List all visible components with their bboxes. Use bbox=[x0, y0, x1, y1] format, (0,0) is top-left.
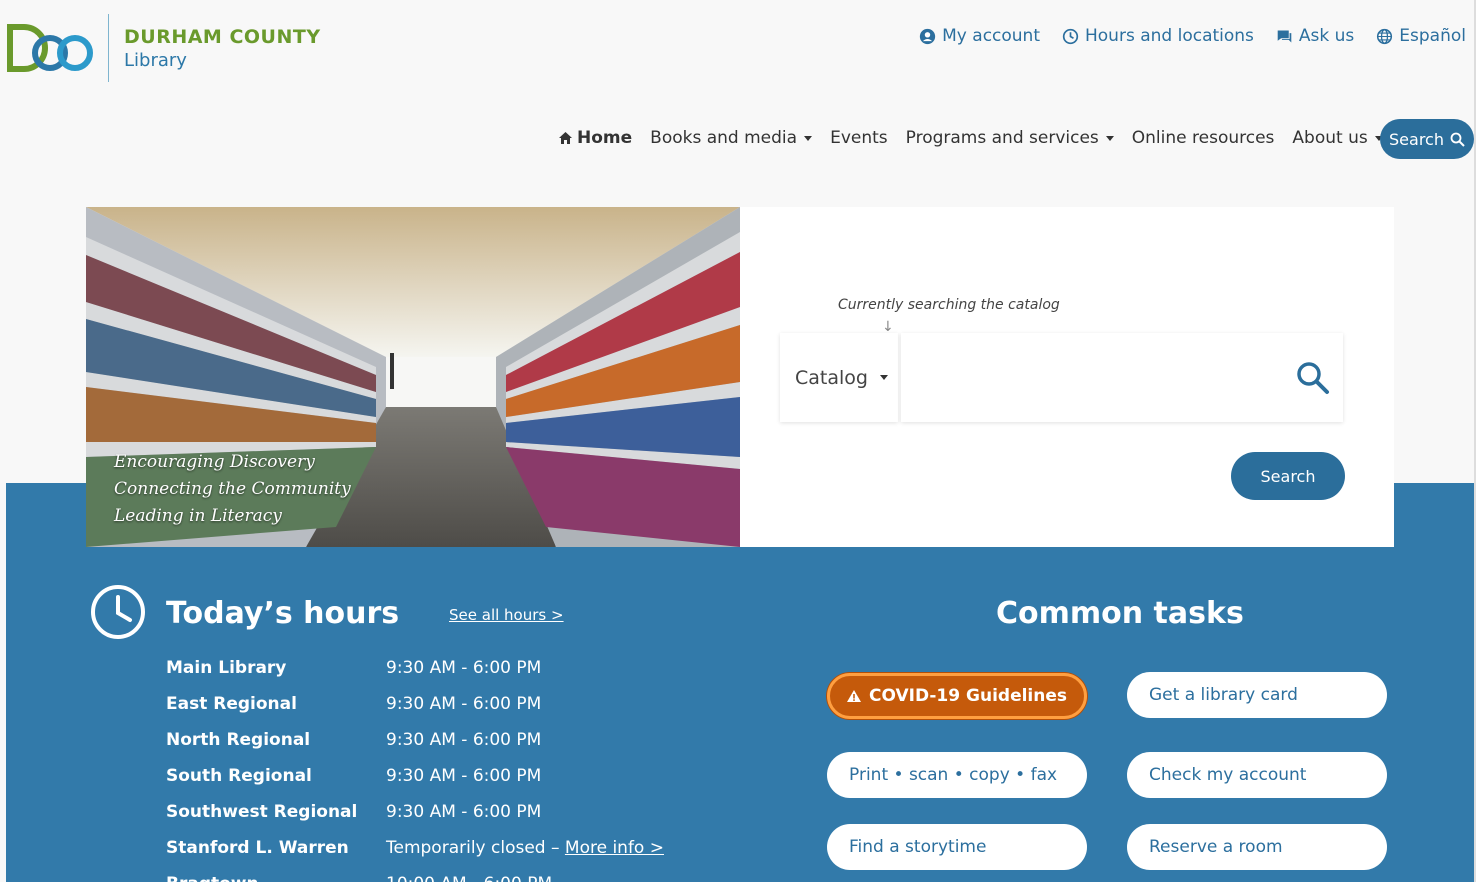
hours-row: East Regional 9:30 AM - 6:00 PM bbox=[166, 686, 664, 722]
nav-item-home[interactable]: Home bbox=[549, 128, 641, 148]
hours-row: Southwest Regional 9:30 AM - 6:00 PM bbox=[166, 794, 664, 830]
find-storytime-button[interactable]: Find a storytime bbox=[827, 824, 1087, 870]
closed-status: Temporarily closed – bbox=[386, 838, 565, 858]
ask-us-link[interactable]: Ask us bbox=[1276, 26, 1354, 46]
hours-row: Bragtown 10:00 AM - 6:00 PM bbox=[166, 866, 664, 882]
check-my-account-button[interactable]: Check my account bbox=[1127, 752, 1387, 798]
nav-home-label: Home bbox=[577, 128, 633, 148]
espanol-label: Español bbox=[1399, 26, 1466, 46]
nav-books-media-label: Books and media bbox=[650, 128, 798, 148]
reserve-room-button[interactable]: Reserve a room bbox=[1127, 824, 1387, 870]
catalog-search-panel: Currently searching the catalog ↓ Catalo… bbox=[740, 207, 1394, 547]
caret-down-icon bbox=[1105, 135, 1114, 141]
branch-name: Main Library bbox=[166, 658, 287, 678]
branch-hours: 9:30 AM - 6:00 PM bbox=[386, 658, 542, 678]
logo-wordmark: DURHAM COUNTY Library bbox=[124, 26, 321, 71]
hours-row: North Regional 9:30 AM - 6:00 PM bbox=[166, 722, 664, 758]
get-library-card-button[interactable]: Get a library card bbox=[1127, 672, 1387, 718]
nav-item-programs-services[interactable]: Programs and services bbox=[897, 128, 1123, 148]
nav-item-events[interactable]: Events bbox=[821, 128, 897, 148]
search-scope-select[interactable]: Catalog bbox=[780, 333, 898, 422]
hours-row: Main Library 9:30 AM - 6:00 PM bbox=[166, 650, 664, 686]
hours-locations-label: Hours and locations bbox=[1085, 26, 1254, 46]
more-info-link[interactable]: More info > bbox=[565, 838, 664, 858]
hours-locations-link[interactable]: Hours and locations bbox=[1062, 26, 1254, 46]
branch-name: Southwest Regional bbox=[166, 802, 358, 822]
home-icon bbox=[559, 132, 572, 144]
branch-name: South Regional bbox=[166, 766, 312, 786]
print-scan-label: Print • scan • copy • fax bbox=[849, 765, 1058, 785]
my-account-link[interactable]: My account bbox=[919, 26, 1040, 46]
branch-hours: 9:30 AM - 6:00 PM bbox=[386, 802, 542, 822]
ask-us-label: Ask us bbox=[1298, 26, 1355, 46]
search-icon[interactable] bbox=[1296, 361, 1330, 395]
nav-events-label: Events bbox=[830, 128, 888, 148]
catalog-search-input[interactable] bbox=[901, 333, 1343, 422]
catalog-search-button[interactable]: Search bbox=[1231, 452, 1345, 500]
brand-line1: DURHAM COUNTY bbox=[124, 25, 321, 48]
espanol-link[interactable]: Español bbox=[1376, 26, 1466, 46]
nav-item-online-resources[interactable]: Online resources bbox=[1123, 128, 1284, 148]
hero-tagline: Encouraging Discovery Connecting the Com… bbox=[114, 449, 351, 530]
tagline-line: Leading in Literacy bbox=[114, 506, 282, 526]
search-scope-hint: Currently searching the catalog bbox=[838, 297, 1060, 313]
nav-item-books-media[interactable]: Books and media bbox=[641, 128, 821, 148]
brand-line2: Library bbox=[124, 49, 187, 71]
see-all-hours-link[interactable]: See all hours > bbox=[449, 606, 564, 624]
hours-title: Today’s hours bbox=[166, 596, 400, 631]
hours-row: South Regional 9:30 AM - 6:00 PM bbox=[166, 758, 664, 794]
header-search-label: Search bbox=[1389, 129, 1444, 149]
branch-name: East Regional bbox=[166, 694, 297, 714]
tagline-line: Encouraging Discovery bbox=[114, 452, 315, 472]
branch-hours: 9:30 AM - 6:00 PM bbox=[386, 730, 542, 750]
tagline-line: Connecting the Community bbox=[114, 479, 351, 499]
warning-icon bbox=[847, 690, 861, 702]
search-icon bbox=[1450, 132, 1465, 147]
covid-guidelines-button[interactable]: COVID-19 Guidelines bbox=[827, 673, 1087, 719]
nav-programs-label: Programs and services bbox=[905, 128, 1099, 148]
branch-name: Stanford L. Warren bbox=[166, 838, 349, 858]
caret-down-icon bbox=[880, 375, 888, 380]
utility-nav: My account Hours and locations Ask us Es… bbox=[919, 26, 1466, 46]
reserve-room-label: Reserve a room bbox=[1149, 837, 1283, 857]
clock-icon bbox=[91, 585, 145, 639]
branch-name: North Regional bbox=[166, 730, 311, 750]
clock-icon bbox=[1062, 28, 1079, 44]
hours-row: Stanford L. Warren Temporarily closed – … bbox=[166, 830, 664, 866]
nav-online-resources-label: Online resources bbox=[1131, 128, 1275, 148]
find-storytime-label: Find a storytime bbox=[849, 837, 987, 857]
get-library-card-label: Get a library card bbox=[1149, 685, 1298, 705]
branch-hours: 10:00 AM - 6:00 PM bbox=[386, 874, 552, 882]
hours-table: Main Library 9:30 AM - 6:00 PM East Regi… bbox=[166, 650, 664, 882]
branch-name: Bragtown bbox=[166, 874, 386, 882]
account-circle-icon bbox=[919, 28, 936, 44]
covid-guidelines-label: COVID-19 Guidelines bbox=[869, 686, 1067, 706]
nav-item-about-us[interactable]: About us bbox=[1283, 128, 1391, 148]
search-scope-value: Catalog bbox=[795, 366, 868, 389]
chat-icon bbox=[1277, 30, 1292, 42]
caret-down-icon bbox=[804, 135, 813, 141]
site-logo[interactable]: DURHAM COUNTY Library bbox=[6, 14, 321, 82]
common-tasks-title: Common tasks bbox=[996, 596, 1244, 631]
nav-about-label: About us bbox=[1292, 128, 1368, 148]
header-search-button[interactable]: Search bbox=[1380, 119, 1474, 159]
my-account-label: My account bbox=[942, 26, 1040, 46]
branch-hours: 9:30 AM - 6:00 PM bbox=[386, 694, 542, 714]
branch-hours-status: Temporarily closed – More info > bbox=[386, 838, 664, 858]
print-scan-copy-fax-button[interactable]: Print • scan • copy • fax bbox=[827, 752, 1087, 798]
dco-logo-mark bbox=[6, 17, 96, 79]
check-account-label: Check my account bbox=[1149, 765, 1307, 785]
branch-hours: 9:30 AM - 6:00 PM bbox=[386, 766, 542, 786]
main-nav: Home Books and media Events Programs and… bbox=[549, 128, 1392, 148]
globe-icon bbox=[1377, 28, 1393, 44]
logo-divider bbox=[108, 14, 109, 82]
